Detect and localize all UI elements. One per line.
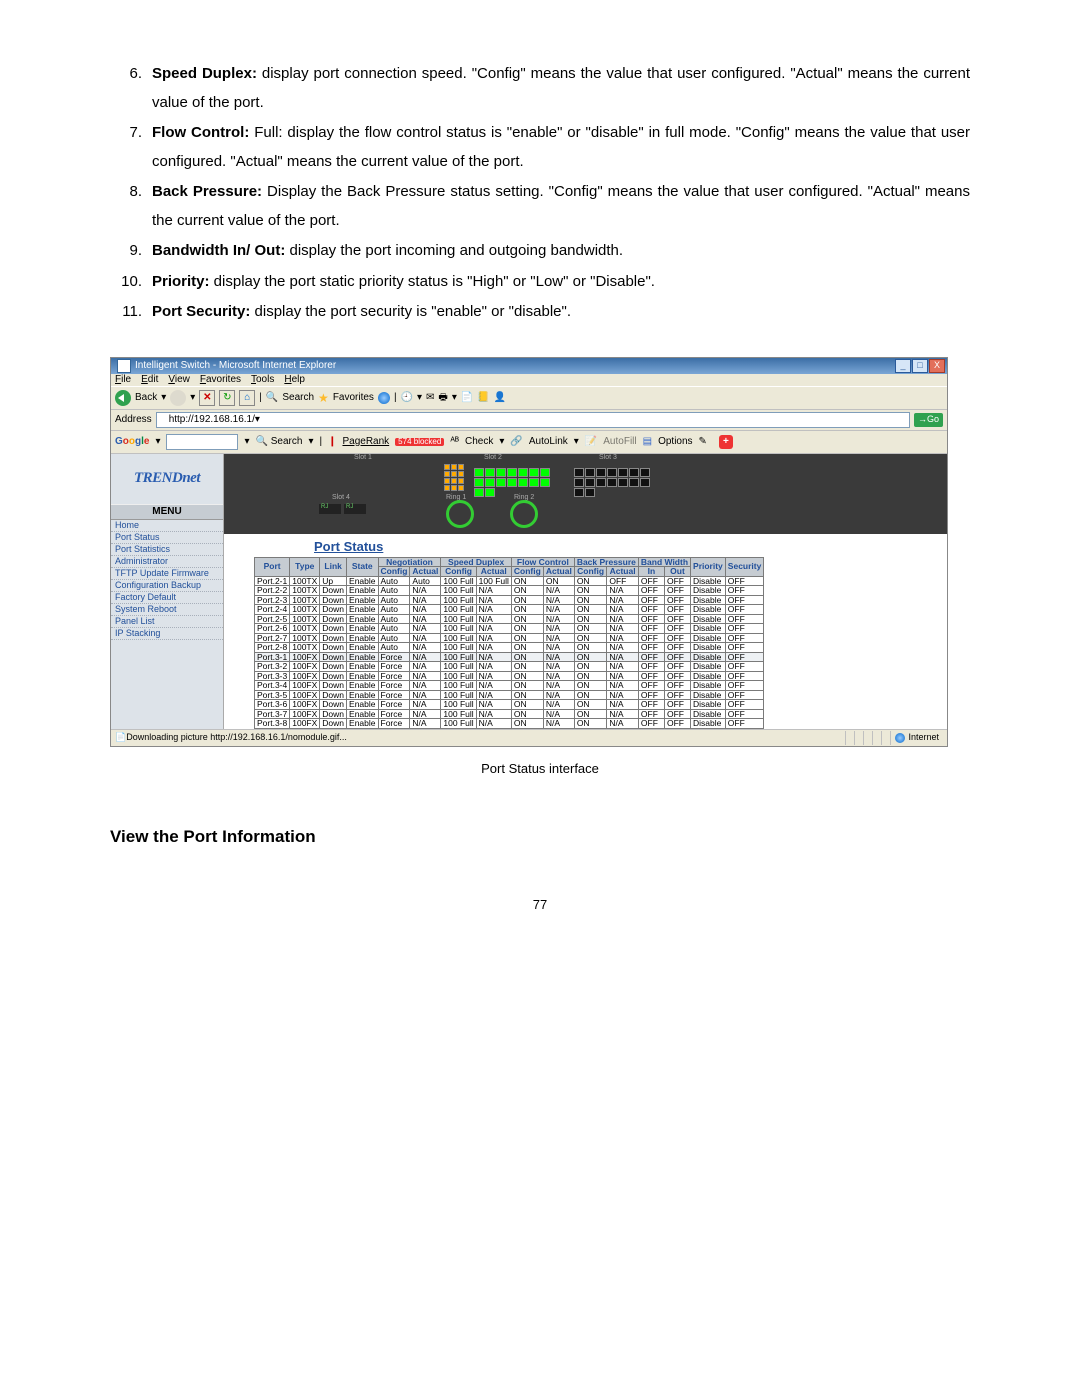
sidebar: TRENDnet MENU HomePort StatusPort Statis…: [111, 454, 224, 729]
brand-logo: TRENDnet: [111, 454, 223, 504]
ring-indicator-2: [510, 500, 538, 528]
autolink-icon[interactable]: 🔗: [510, 437, 522, 447]
page-icon: 📄: [115, 733, 126, 742]
table-row[interactable]: Port.3-6100FXDownEnableForceN/A100 FullN…: [255, 700, 764, 710]
definition-list: 6.Speed Duplex: display port connection …: [110, 60, 970, 327]
pagerank-icon[interactable]: ❙: [328, 437, 336, 447]
spellcheck-icon[interactable]: ᴬᴮ: [450, 437, 459, 447]
messenger-icon[interactable]: 👤: [494, 393, 506, 403]
sidebar-item-tftp-update-firmware[interactable]: TFTP Update Firmware: [111, 568, 223, 580]
window-title: Intelligent Switch - Microsoft Internet …: [135, 361, 336, 371]
menu-favorites[interactable]: Favorites: [200, 375, 241, 385]
section-heading: View the Port Information: [110, 821, 970, 853]
sidebar-item-panel-list[interactable]: Panel List: [111, 616, 223, 628]
menu-bar: File Edit View Favorites Tools Help: [111, 374, 947, 386]
port-block-slot3: [574, 468, 660, 497]
module-slot: RJ: [319, 504, 341, 514]
table-row[interactable]: Port.2-4100TXDownEnableAutoN/A100 FullN/…: [255, 605, 764, 615]
address-bar: Address http://192.168.16.1/ ▾ → Go: [111, 410, 947, 431]
sidebar-item-home[interactable]: Home: [111, 520, 223, 532]
browser-toolbar: Back ▾ ▾ ✕ ↻ ⌂ | 🔍 Search ★ Favorites | …: [111, 386, 947, 410]
screenshot-figure: Intelligent Switch - Microsoft Internet …: [110, 357, 948, 747]
google-search-input[interactable]: [166, 434, 238, 450]
maximize-button[interactable]: □: [912, 359, 928, 373]
print-icon[interactable]: 🖶: [438, 393, 447, 403]
menu-edit[interactable]: Edit: [141, 375, 158, 385]
module-slot: RJ: [344, 504, 366, 514]
popup-blocked-badge[interactable]: 574 blocked: [395, 438, 444, 446]
favorites-icon[interactable]: ★: [318, 392, 329, 404]
sidebar-item-port-status[interactable]: Port Status: [111, 532, 223, 544]
discuss-icon[interactable]: 📒: [477, 393, 489, 403]
sidebar-item-ip-stacking[interactable]: IP Stacking: [111, 628, 223, 640]
ie-icon: [117, 359, 131, 373]
menu-header: MENU: [111, 504, 223, 520]
forward-icon[interactable]: [170, 390, 186, 406]
port-block-slot2: [474, 468, 560, 497]
table-row[interactable]: Port.3-4100FXDownEnableForceN/A100 FullN…: [255, 681, 764, 691]
table-row[interactable]: Port.3-2100FXDownEnableForceN/A100 FullN…: [255, 662, 764, 672]
list-item: 9.Bandwidth In/ Out: display the port in…: [110, 237, 970, 266]
google-search-button[interactable]: 🔍 Search: [256, 437, 303, 447]
favorites-label[interactable]: Favorites: [333, 393, 374, 403]
google-toolbar: Google▾ ▾ 🔍 Search▾ | ❙PageRank 574 bloc…: [111, 431, 947, 454]
address-url: http://192.168.16.1/: [169, 415, 255, 425]
address-label: Address: [115, 415, 152, 425]
menu-view[interactable]: View: [168, 375, 190, 385]
google-logo: Google: [115, 437, 149, 447]
minimize-button[interactable]: _: [895, 359, 911, 373]
table-row[interactable]: Port.2-6100TXDownEnableAutoN/A100 FullN/…: [255, 624, 764, 634]
options-icon[interactable]: ▤: [643, 437, 652, 447]
internet-zone-icon: [895, 733, 905, 743]
search-label[interactable]: Search: [282, 393, 314, 403]
history-icon[interactable]: 🕘: [401, 393, 413, 403]
menu-tools[interactable]: Tools: [251, 375, 274, 385]
list-item: 8.Back Pressure: Display the Back Pressu…: [110, 178, 970, 235]
menu-file[interactable]: File: [115, 375, 131, 385]
page-number: 77: [110, 893, 970, 918]
sidebar-item-system-reboot[interactable]: System Reboot: [111, 604, 223, 616]
list-item: 11.Port Security: display the port secur…: [110, 298, 970, 327]
media-icon[interactable]: [378, 392, 390, 404]
back-icon[interactable]: [115, 390, 131, 406]
main-content: Slot 1 Slot 2 Slot 3 Slot 4 Ring 1 Ring …: [224, 454, 947, 729]
switch-front-panel: Slot 1 Slot 2 Slot 3 Slot 4 Ring 1 Ring …: [224, 454, 947, 534]
led-block: [444, 464, 464, 491]
back-label[interactable]: Back: [135, 393, 157, 403]
menu-help[interactable]: Help: [284, 375, 305, 385]
window-titlebar: Intelligent Switch - Microsoft Internet …: [111, 358, 947, 374]
table-row[interactable]: Port.3-8100FXDownEnableForceN/A100 FullN…: [255, 719, 764, 729]
page-icon: [159, 415, 169, 425]
list-item: 6.Speed Duplex: display port connection …: [110, 60, 970, 117]
status-text: Downloading picture http://192.168.16.1/…: [126, 733, 347, 742]
highlight-icon[interactable]: ✎: [699, 437, 707, 447]
autofill-icon[interactable]: 📝: [585, 437, 597, 447]
home-icon[interactable]: ⌂: [239, 390, 255, 406]
refresh-icon[interactable]: ↻: [219, 390, 235, 406]
port-status-table: Port Type Link State Negotiation Speed D…: [254, 557, 764, 729]
ring-indicator-1: [446, 500, 474, 528]
sidebar-item-factory-default[interactable]: Factory Default: [111, 592, 223, 604]
edit-icon[interactable]: 📄: [461, 393, 473, 403]
mail-icon[interactable]: ✉: [426, 393, 434, 403]
content-title: Port Status: [224, 534, 947, 557]
sidebar-item-port-statistics[interactable]: Port Statistics: [111, 544, 223, 556]
list-item: 10.Priority: display the port static pri…: [110, 268, 970, 297]
status-bar: 📄 Downloading picture http://192.168.16.…: [111, 729, 947, 746]
go-button[interactable]: → Go: [914, 413, 943, 427]
google-plus-icon[interactable]: +: [719, 435, 733, 449]
sidebar-item-administrator[interactable]: Administrator: [111, 556, 223, 568]
close-button[interactable]: X: [929, 359, 945, 373]
table-row[interactable]: Port.2-8100TXDownEnableAutoN/A100 FullN/…: [255, 643, 764, 653]
list-item: 7.Flow Control: Full: display the flow c…: [110, 119, 970, 176]
address-input[interactable]: http://192.168.16.1/ ▾: [156, 412, 910, 428]
table-row[interactable]: Port.2-2100TXDownEnableAutoN/A100 FullN/…: [255, 586, 764, 596]
figure-caption: Port Status interface: [110, 757, 970, 782]
search-icon[interactable]: 🔍: [266, 393, 278, 403]
stop-icon[interactable]: ✕: [199, 390, 215, 406]
sidebar-item-configuration-backup[interactable]: Configuration Backup: [111, 580, 223, 592]
